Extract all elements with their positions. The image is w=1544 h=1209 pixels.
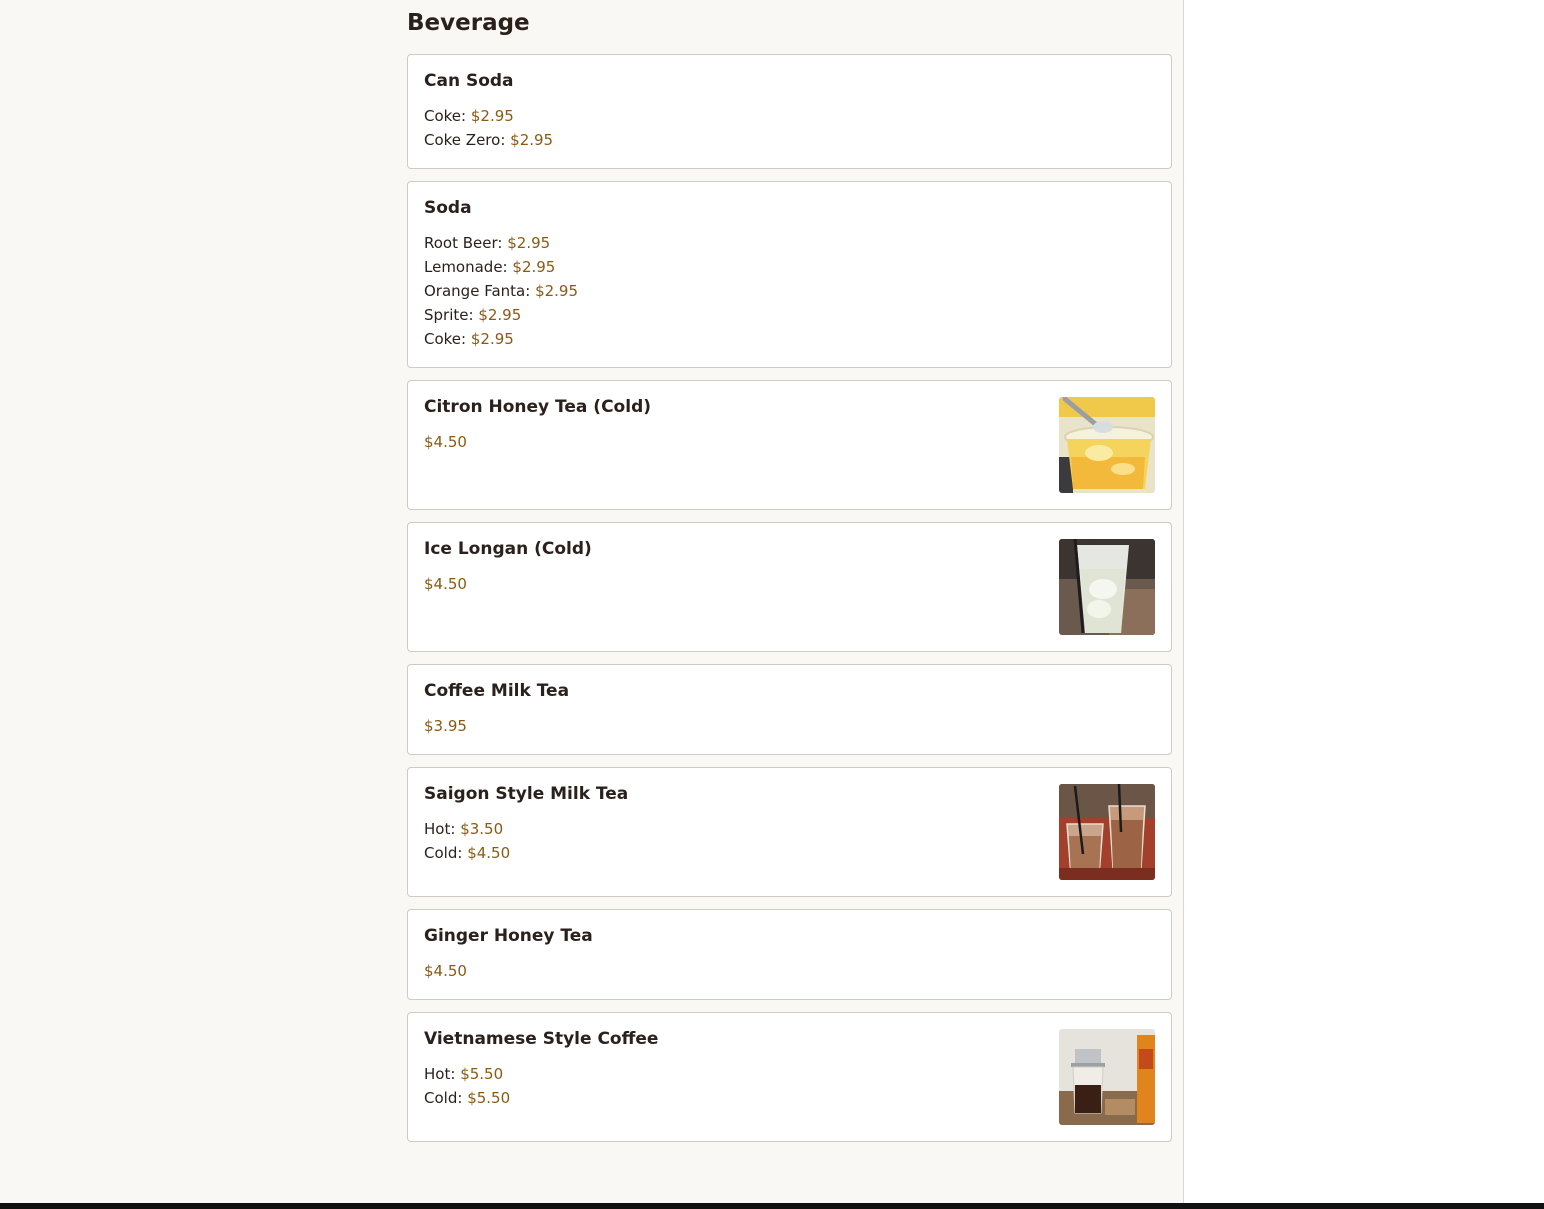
menu-item-card[interactable]: Citron Honey Tea (Cold) $4.50 — [407, 380, 1172, 510]
price-value: $3.50 — [460, 820, 504, 838]
price-line: Coke: $2.95 — [424, 327, 1155, 351]
menu-item-card[interactable]: Saigon Style Milk Tea Hot: $3.50 Cold: $… — [407, 767, 1172, 897]
price-line: $4.50 — [424, 959, 1155, 983]
menu-item-card[interactable]: Coffee Milk Tea $3.95 — [407, 664, 1172, 755]
menu-item-card[interactable]: Can Soda Coke: $2.95 Coke Zero: $2.95 — [407, 54, 1172, 169]
menu-content: Beverage Can Soda Coke: $2.95 Coke Zero:… — [407, 0, 1172, 1154]
price-value: $2.95 — [535, 282, 579, 300]
price-line: Cold: $5.50 — [424, 1086, 1155, 1110]
price-label: Hot: — [424, 820, 456, 838]
section-title: Beverage — [407, 10, 530, 36]
price-line: Sprite: $2.95 — [424, 303, 1155, 327]
menu-item-title: Can Soda — [424, 71, 514, 91]
menu-item-title: Citron Honey Tea (Cold) — [424, 397, 652, 417]
price-value: $4.50 — [424, 962, 467, 980]
price-label: Sprite: — [424, 306, 474, 324]
saigon-milk-tea-photo[interactable] — [1059, 784, 1155, 880]
menu-item-card[interactable]: Soda Root Beer: $2.95 Lemonade: $2.95 Or… — [407, 181, 1172, 368]
price-line: Root Beer: $2.95 — [424, 231, 1155, 255]
price-label: Orange Fanta: — [424, 282, 531, 300]
citron-honey-tea-photo[interactable] — [1059, 397, 1155, 493]
price-label: Lemonade: — [424, 258, 508, 276]
vietnamese-coffee-photo[interactable] — [1059, 1029, 1155, 1125]
price-line: Coke: $2.95 — [424, 104, 1155, 128]
price-value: $4.50 — [424, 575, 467, 593]
ice-longan-photo[interactable] — [1059, 539, 1155, 635]
menu-item-card[interactable]: Ice Longan (Cold) $4.50 — [407, 522, 1172, 652]
price-line: Cold: $4.50 — [424, 841, 1155, 865]
price-line: $4.50 — [424, 572, 1155, 596]
price-value: $2.95 — [512, 258, 556, 276]
menu-item-card[interactable]: Vietnamese Style Coffee Hot: $5.50 Cold:… — [407, 1012, 1172, 1142]
price-value: $2.95 — [470, 107, 514, 125]
menu-page: Beverage Can Soda Coke: $2.95 Coke Zero:… — [0, 0, 1544, 1209]
price-label: Root Beer: — [424, 234, 503, 252]
menu-item-title: Saigon Style Milk Tea — [424, 784, 629, 804]
price-value: $4.50 — [424, 433, 467, 451]
price-value: $2.95 — [478, 306, 522, 324]
price-label: Cold: — [424, 1089, 463, 1107]
bottom-bar — [0, 1203, 1544, 1209]
menu-item-card[interactable]: Ginger Honey Tea $4.50 — [407, 909, 1172, 1000]
price-line: Orange Fanta: $2.95 — [424, 279, 1155, 303]
price-value: $2.95 — [510, 131, 554, 149]
price-value: $2.95 — [507, 234, 551, 252]
menu-item-title: Ginger Honey Tea — [424, 926, 593, 946]
price-label: Hot: — [424, 1065, 456, 1083]
price-label: Coke: — [424, 107, 467, 125]
menu-item-title: Ice Longan (Cold) — [424, 539, 592, 559]
right-side-panel — [1183, 0, 1544, 1203]
price-label: Coke Zero: — [424, 131, 506, 149]
price-value: $4.50 — [467, 844, 511, 862]
price-value: $3.95 — [424, 717, 467, 735]
price-label: Cold: — [424, 844, 463, 862]
price-line: $4.50 — [424, 430, 1155, 454]
price-line: Hot: $3.50 — [424, 817, 1155, 841]
menu-item-title: Soda — [424, 198, 472, 218]
menu-item-title: Coffee Milk Tea — [424, 681, 570, 701]
price-value: $5.50 — [460, 1065, 504, 1083]
price-value: $5.50 — [467, 1089, 511, 1107]
price-line: Coke Zero: $2.95 — [424, 128, 1155, 152]
price-line: $3.95 — [424, 714, 1155, 738]
price-line: Lemonade: $2.95 — [424, 255, 1155, 279]
price-label: Coke: — [424, 330, 467, 348]
menu-item-title: Vietnamese Style Coffee — [424, 1029, 659, 1049]
price-value: $2.95 — [470, 330, 514, 348]
price-line: Hot: $5.50 — [424, 1062, 1155, 1086]
